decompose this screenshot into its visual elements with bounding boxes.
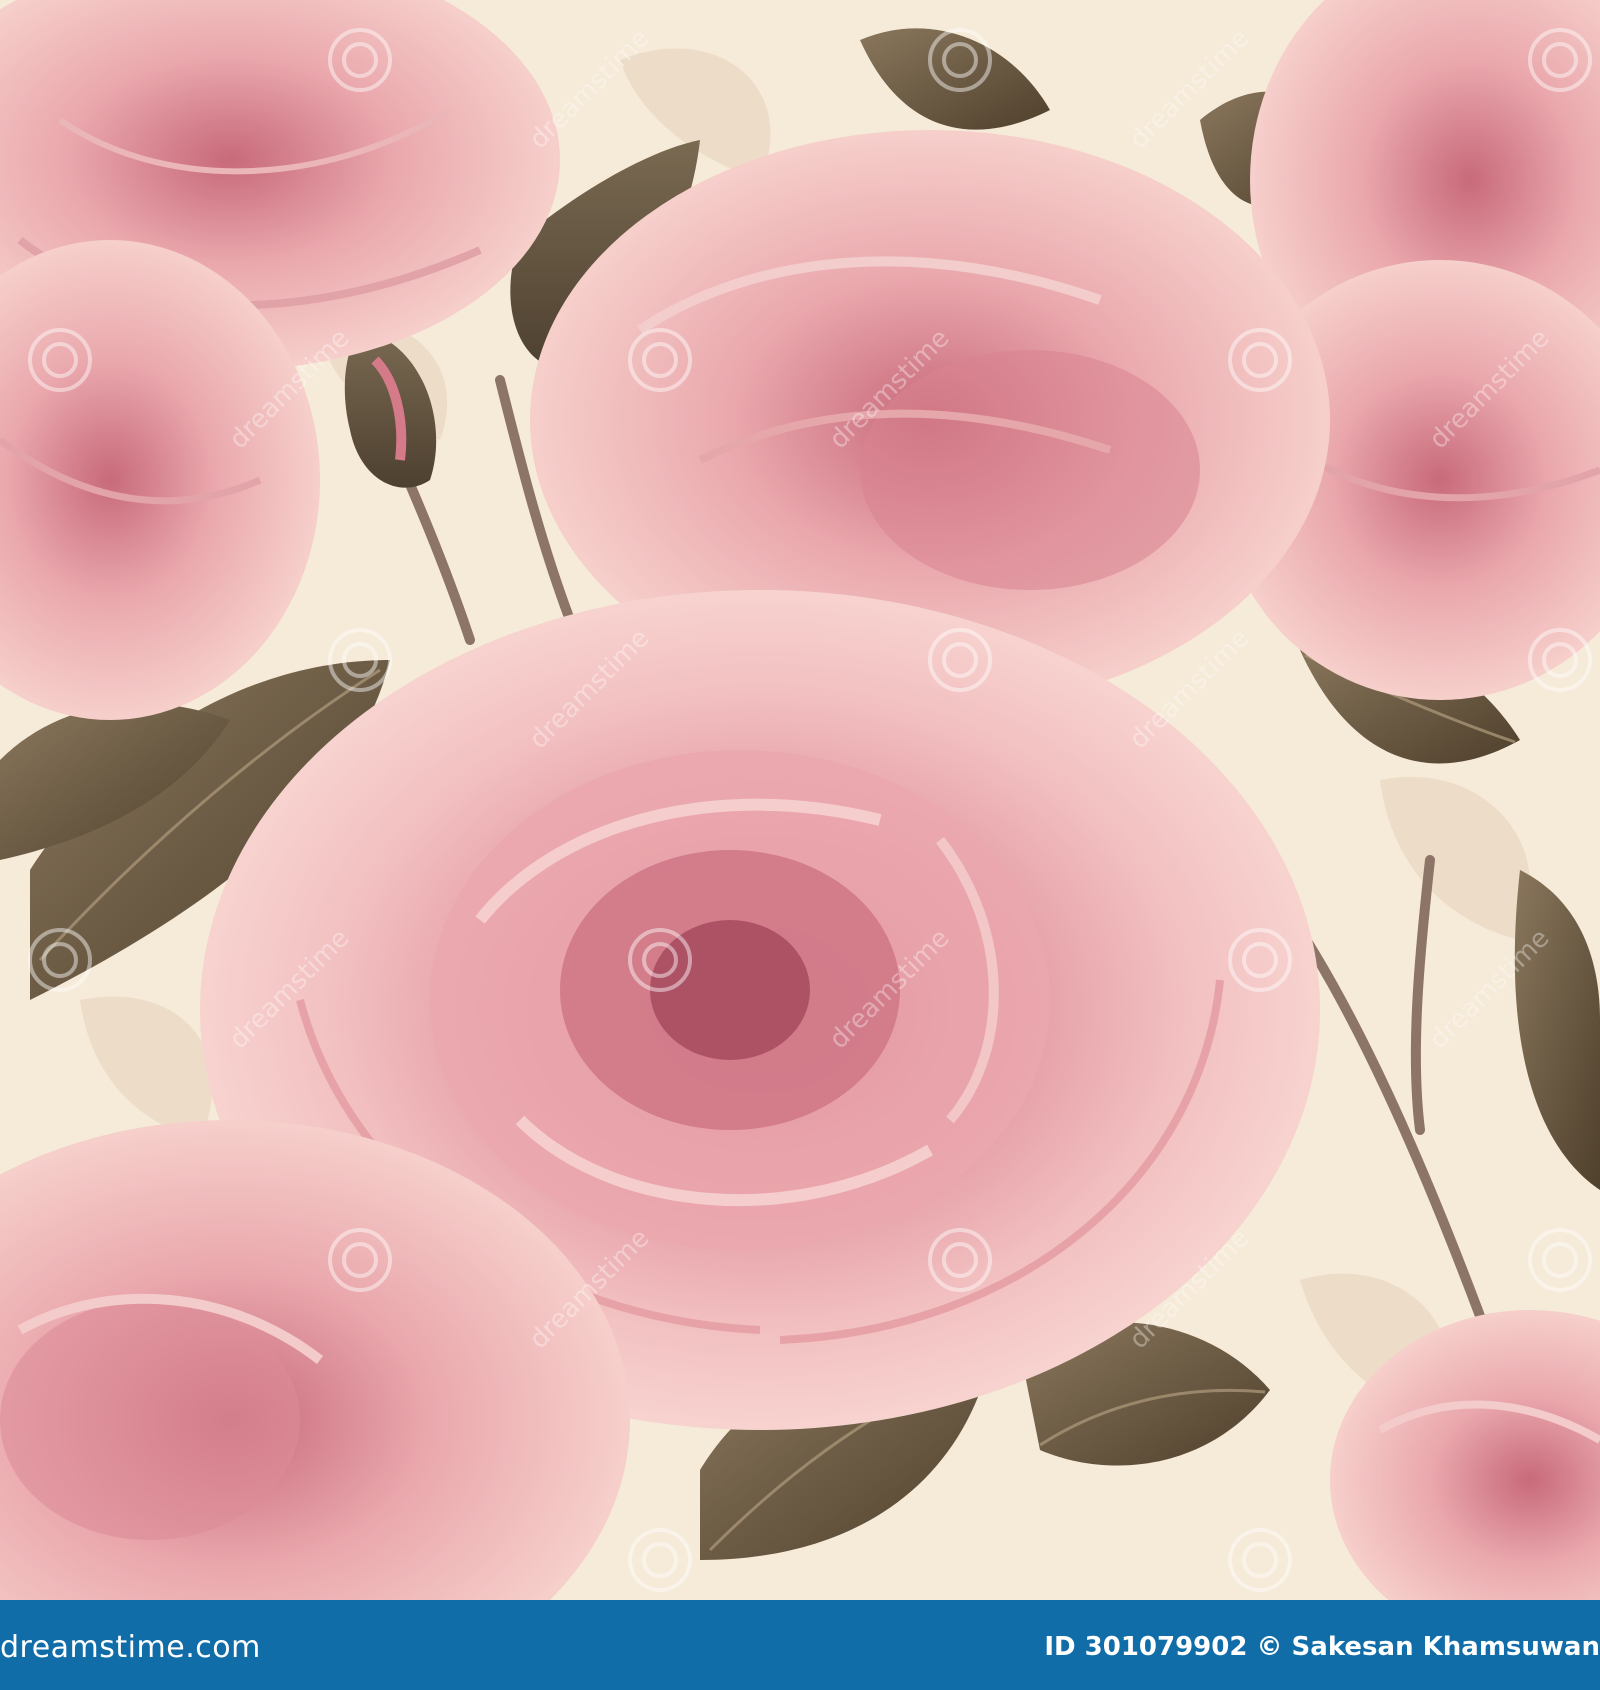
stock-image-viewer: dreamstime dreamstime dreamstime dreamst… xyxy=(0,0,1600,1690)
rose-pattern-illustration xyxy=(0,0,1600,1600)
stock-credit-footer: dreamstime.com ID 301079902 © Sakesan Kh… xyxy=(0,1600,1600,1690)
rose-pattern-artwork: dreamstime dreamstime dreamstime dreamst… xyxy=(0,0,1600,1600)
image-id-credit: ID 301079902 © Sakesan Khamsuwan xyxy=(1044,1632,1600,1662)
dreamstime-brand-text: dreamstime.com xyxy=(0,1630,261,1665)
